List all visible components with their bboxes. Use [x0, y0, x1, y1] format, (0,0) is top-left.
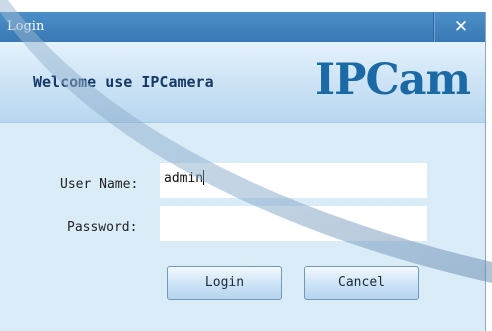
- password-field[interactable]: [160, 206, 427, 241]
- ipcam-logo: IPCam: [315, 55, 471, 105]
- welcome-banner: Welcome use IPCamera IPCam: [0, 42, 485, 123]
- username-field[interactable]: admin: [160, 163, 427, 198]
- login-dialog: Login ✕ Welcome use IPCamera IPCam User …: [0, 12, 486, 331]
- cancel-button[interactable]: Cancel: [304, 266, 419, 300]
- text-caret: [203, 170, 205, 185]
- title-divider: [433, 12, 435, 42]
- username-value: admin: [164, 170, 205, 186]
- welcome-text: Welcome use IPCamera: [33, 73, 214, 91]
- title-bar[interactable]: Login ✕: [0, 12, 485, 42]
- password-label: Password:: [67, 220, 138, 235]
- login-button[interactable]: Login: [167, 266, 282, 300]
- close-icon[interactable]: ✕: [450, 17, 472, 37]
- username-label: User Name:: [60, 177, 139, 192]
- window-title: Login: [7, 19, 45, 34]
- screen: Login ✕ Welcome use IPCamera IPCam User …: [0, 0, 492, 331]
